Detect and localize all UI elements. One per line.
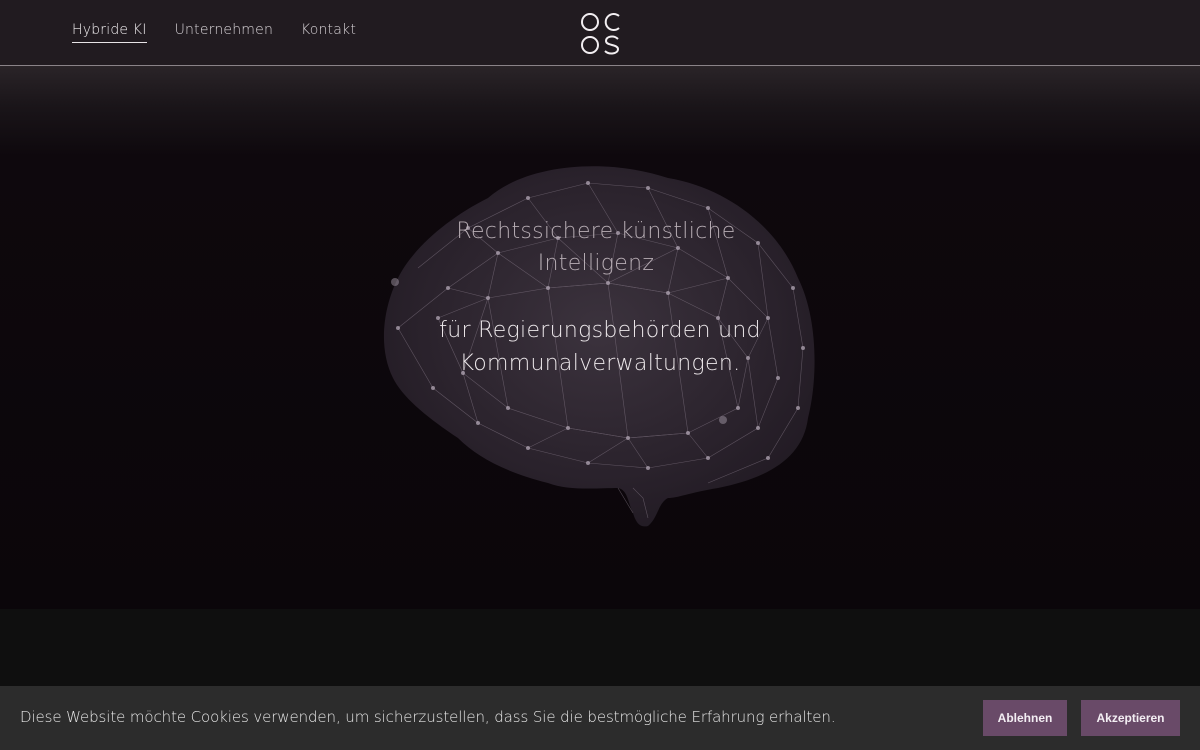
- cookie-banner: Diese Website möchte Cookies verwenden, …: [0, 686, 1200, 750]
- logo[interactable]: [580, 11, 622, 57]
- nav-item-kontakt[interactable]: Kontakt: [301, 22, 356, 43]
- hero-section: Rechtssichere künstliche Intelligenz für…: [0, 66, 1200, 609]
- content-section: [0, 609, 1200, 686]
- hero-title: Rechtssichere künstliche Intelligenz: [456, 219, 736, 276]
- site-header: Hybride KI Unternehmen Kontakt: [0, 0, 1200, 66]
- accept-cookies-button[interactable]: Akzeptieren: [1081, 700, 1180, 736]
- nav-item-hybride-ki[interactable]: Hybride KI: [72, 22, 147, 43]
- hero-subtitle: für Regierungsbehörden und Kommunalverwa…: [439, 318, 761, 376]
- main-nav: Hybride KI Unternehmen Kontakt: [72, 22, 356, 43]
- cookie-message: Diese Website möchte Cookies verwenden, …: [20, 708, 836, 726]
- nav-item-unternehmen[interactable]: Unternehmen: [175, 22, 273, 43]
- decline-cookies-button[interactable]: Ablehnen: [983, 700, 1067, 736]
